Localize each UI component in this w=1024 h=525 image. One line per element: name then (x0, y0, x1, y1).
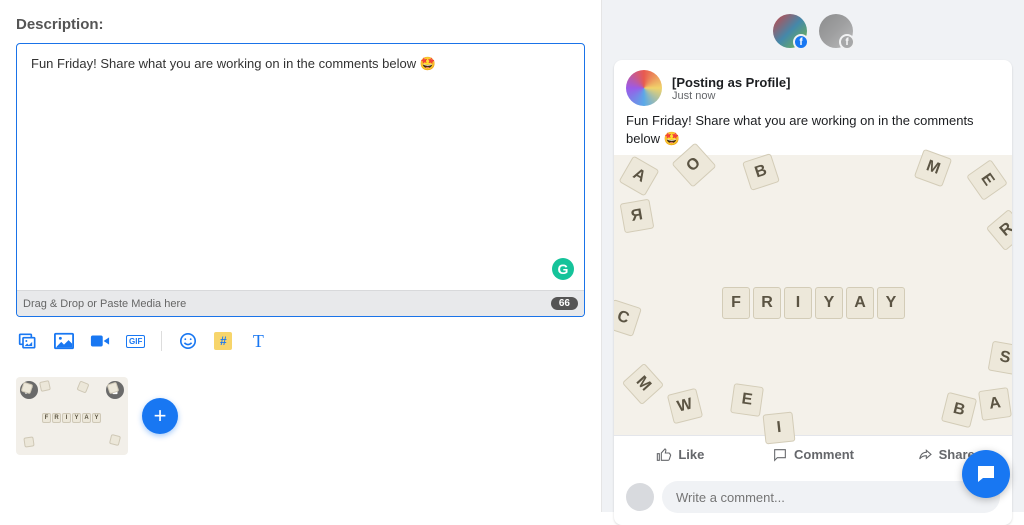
comment-input[interactable] (662, 481, 1000, 513)
media-gallery-icon[interactable] (18, 332, 38, 350)
description-label: Description: (16, 16, 585, 33)
facebook-badge-icon (793, 34, 809, 50)
chat-fab-button[interactable] (962, 450, 1010, 498)
account-avatar-disabled[interactable] (819, 14, 853, 48)
commenter-avatar (626, 483, 654, 511)
char-count-badge: 66 (551, 297, 578, 310)
like-button[interactable]: Like (614, 436, 747, 473)
post-header: [Posting as Profile] Just now (614, 60, 1012, 112)
preview-panel: [Posting as Profile] Just now Fun Friday… (602, 0, 1024, 512)
post-preview-card: [Posting as Profile] Just now Fun Friday… (614, 60, 1012, 525)
dropzone-hint[interactable]: Drag & Drop or Paste Media here (23, 298, 186, 310)
description-textarea[interactable]: Fun Friday! Share what you are working o… (17, 44, 584, 290)
post-timestamp: Just now (672, 90, 790, 102)
profile-name: [Posting as Profile] (672, 75, 790, 90)
image-icon[interactable] (54, 332, 74, 350)
description-box: Fun Friday! Share what you are working o… (16, 43, 585, 317)
emoji-icon[interactable] (178, 332, 198, 350)
like-label: Like (678, 447, 704, 462)
composer-panel: Description: Fun Friday! Share what you … (0, 0, 602, 512)
text-format-icon[interactable]: T (248, 332, 268, 350)
toolbar-divider (161, 331, 162, 351)
hashtag-icon[interactable]: # (214, 332, 232, 350)
post-actions: Like Comment Share (614, 435, 1012, 473)
post-image: A O B M E Я R C S M W E I B A F R I Y A … (614, 155, 1012, 435)
comment-label: Comment (794, 447, 854, 462)
thumbnail-image: F R I Y A Y (16, 377, 128, 455)
media-thumbnail[interactable]: F R I Y A Y (16, 377, 128, 455)
account-selector (602, 0, 1024, 60)
facebook-badge-icon (839, 34, 855, 50)
media-thumbnails: F R I Y A Y + (16, 377, 585, 455)
grammarly-icon[interactable]: G (552, 258, 574, 280)
profile-avatar (626, 70, 662, 106)
description-footer: Drag & Drop or Paste Media here 66 (17, 290, 584, 316)
add-media-button[interactable]: + (142, 398, 178, 434)
gif-icon[interactable]: GIF (126, 335, 145, 348)
post-body-text: Fun Friday! Share what you are working o… (614, 112, 1012, 155)
composer-toolbar: GIF # T (16, 331, 585, 351)
comment-row (614, 473, 1012, 525)
account-avatar-facebook[interactable] (773, 14, 807, 48)
video-icon[interactable] (90, 332, 110, 350)
